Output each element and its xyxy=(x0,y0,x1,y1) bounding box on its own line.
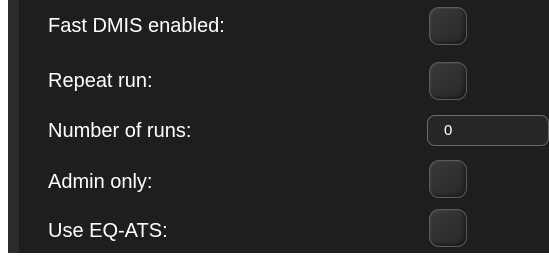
fast-dmis-checkbox[interactable] xyxy=(429,7,467,45)
admin-only-label: Admin only: xyxy=(48,171,153,193)
repeat-run-checkbox[interactable] xyxy=(429,62,467,100)
use-eq-ats-checkbox[interactable] xyxy=(429,209,467,247)
repeat-run-label: Repeat run: xyxy=(48,70,153,92)
number-of-runs-label: Number of runs: xyxy=(48,120,192,142)
setting-row-fast-dmis: Fast DMIS enabled: xyxy=(8,1,549,51)
admin-only-checkbox[interactable] xyxy=(429,160,467,198)
fast-dmis-label: Fast DMIS enabled: xyxy=(48,15,225,37)
setting-row-number-of-runs: Number of runs: xyxy=(8,106,549,156)
setting-row-admin-only: Admin only: xyxy=(8,157,549,207)
settings-panel: Fast DMIS enabled: Repeat run: Number of… xyxy=(8,0,549,253)
setting-row-use-eq-ats: Use EQ-ATS: xyxy=(8,206,549,256)
setting-row-repeat-run: Repeat run: xyxy=(8,56,549,106)
use-eq-ats-label: Use EQ-ATS: xyxy=(48,220,168,242)
number-of-runs-input[interactable] xyxy=(427,115,549,146)
